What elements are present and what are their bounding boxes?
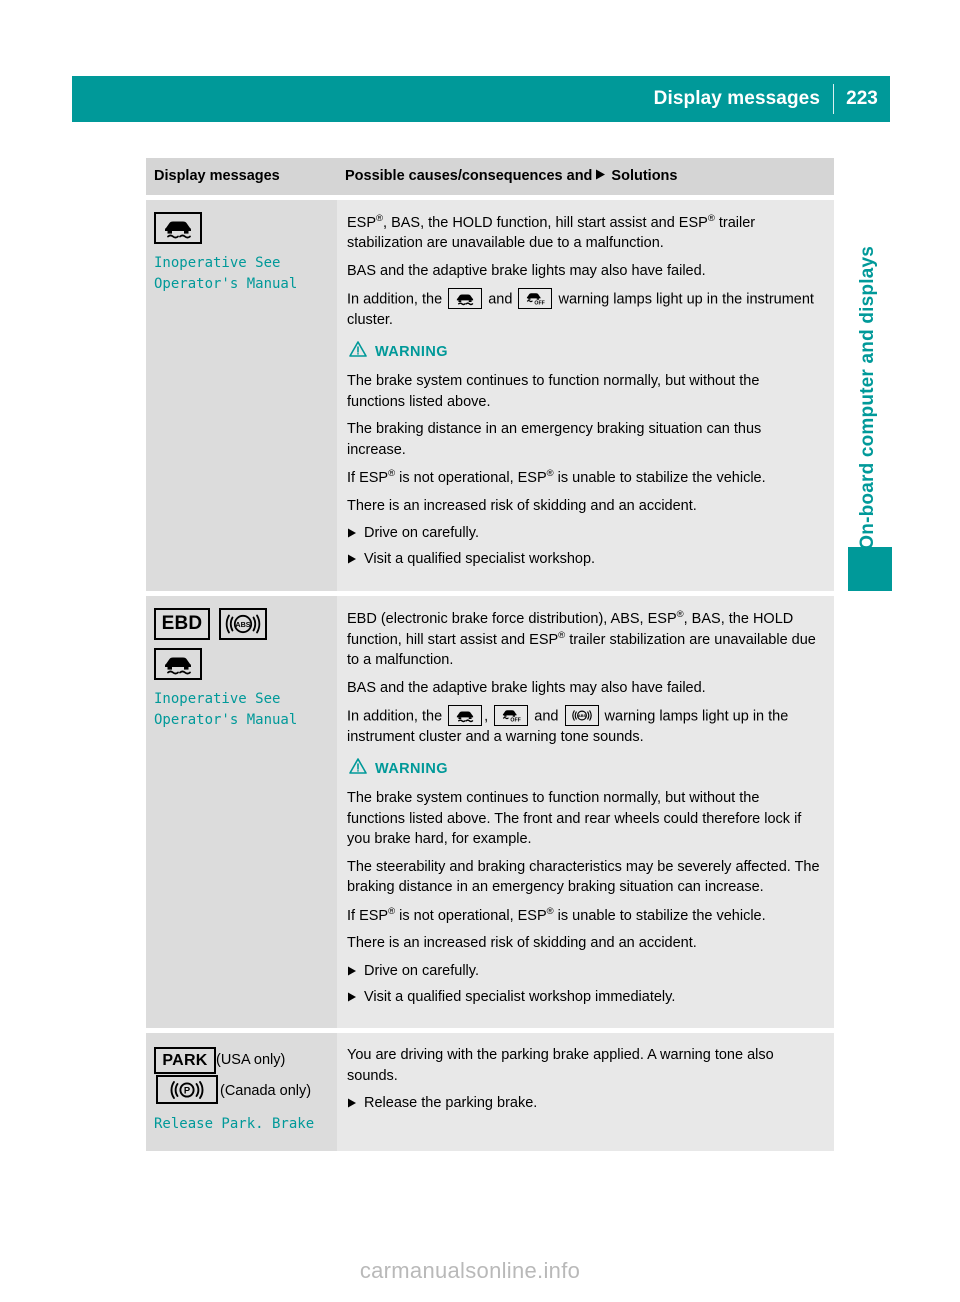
list-item-label: Visit a qualified specialist workshop. bbox=[364, 551, 596, 568]
bullet-arrow-icon bbox=[347, 550, 357, 571]
warning-triangle-icon bbox=[349, 758, 367, 779]
paragraph: ESP®, BAS, the HOLD function, hill start… bbox=[347, 213, 756, 252]
warning-heading: WARNING bbox=[347, 341, 820, 362]
section-marker-square bbox=[848, 547, 892, 591]
list-item: Drive on carefully. bbox=[347, 523, 820, 544]
table-row-3-left-cell: PARK (USA only) P (Canada only) Release P… bbox=[146, 1033, 337, 1152]
icon-group: EBD ABS bbox=[154, 607, 327, 640]
list-item-label: Visit a qualified specialist workshop im… bbox=[364, 988, 676, 1005]
list-item: Drive on carefully. bbox=[347, 961, 820, 982]
paragraph: There is an increased risk of skidding a… bbox=[347, 497, 697, 514]
only-note-2: only) bbox=[279, 1082, 312, 1099]
page-number: 223 bbox=[846, 88, 878, 109]
bullet-arrow-icon bbox=[347, 1094, 357, 1115]
paragraph: The steerability and braking characteris… bbox=[347, 858, 820, 896]
table-header-right-text-2: Solutions bbox=[611, 168, 678, 184]
display-message-text: Inoperative See Operator's Manual bbox=[154, 690, 298, 728]
paragraph: BAS and the adaptive brake lights may al… bbox=[347, 679, 706, 696]
paragraph: BAS and the adaptive brake lights may al… bbox=[347, 262, 706, 279]
usa-note: (USA bbox=[216, 1052, 250, 1069]
parking-brake-p-icon: P bbox=[156, 1075, 218, 1105]
display-messages-table: Display messages Possible causes/consequ… bbox=[146, 158, 834, 1152]
table-row-1-left-cell: Inoperative See Operator's Manual bbox=[146, 200, 337, 591]
list-item: Release the parking brake. bbox=[347, 1093, 820, 1114]
esp-skid-car-icon bbox=[154, 647, 202, 680]
table-row: Inoperative See Operator's Manual ESP®, … bbox=[146, 200, 834, 591]
warning-label: WARNING bbox=[375, 760, 448, 777]
display-message-text: Release Park. Brake bbox=[154, 1116, 315, 1133]
page-header-bar: Display messages 223 bbox=[72, 76, 890, 122]
esp-off-icon: OFF bbox=[518, 287, 553, 309]
list-item-label: Drive on carefully. bbox=[364, 525, 479, 542]
canada-note: (Canada bbox=[220, 1082, 276, 1099]
esp-skid-car-icon bbox=[448, 704, 483, 726]
table-row: EBD ABS Inoperative See Operator's Manua… bbox=[146, 595, 834, 1029]
table-header-cell-left: Display messages bbox=[146, 158, 337, 195]
bullet-arrow-icon bbox=[347, 988, 357, 1009]
watermark: carmanualsonline.info bbox=[359, 1258, 581, 1283]
paragraph: The brake system continues to function n… bbox=[347, 790, 802, 848]
table-row-2-left-cell: EBD ABS Inoperative See Operator's Manua… bbox=[146, 595, 337, 1029]
paragraph: In addition, the and OFF warning lamps l… bbox=[347, 287, 820, 331]
esp-skid-car-icon bbox=[154, 212, 202, 244]
warning-triangle-icon bbox=[349, 341, 367, 362]
list-item: Visit a qualified specialist workshop. bbox=[347, 549, 820, 570]
table-row-1-right-cell: ESP®, BAS, the HOLD function, hill start… bbox=[337, 200, 834, 591]
svg-text:OFF: OFF bbox=[511, 717, 521, 723]
svg-text:OFF: OFF bbox=[535, 300, 545, 306]
bullet-arrow-icon bbox=[347, 962, 357, 983]
page-title: Display messages bbox=[653, 88, 820, 109]
table-header-right-text-1: Possible causes/consequences and bbox=[345, 168, 593, 184]
svg-text:ABS: ABS bbox=[235, 620, 250, 629]
table-row: PARK (USA only) P (Canada only) Release P… bbox=[146, 1033, 834, 1152]
esp-skid-car-icon bbox=[448, 287, 483, 309]
esp-off-icon: OFF bbox=[494, 704, 529, 726]
svg-text:P: P bbox=[184, 1084, 190, 1095]
abs-icon: ABS bbox=[564, 704, 599, 726]
table-header-cell-right: Possible causes/consequences and Solutio… bbox=[337, 158, 834, 195]
solutions-arrow-icon bbox=[595, 168, 606, 184]
table-row-2-right-cell: EBD (electronic brake force distribution… bbox=[337, 595, 834, 1029]
paragraph: The brake system continues to function n… bbox=[347, 373, 760, 410]
paragraph: EBD (electronic brake force distribution… bbox=[347, 608, 816, 669]
display-message-text: Inoperative See Operator's Manual bbox=[154, 255, 298, 292]
abs-icon: ABS bbox=[219, 607, 267, 640]
warning-label: WARNING bbox=[375, 343, 448, 360]
only-note-1: only) bbox=[253, 1052, 286, 1069]
header-divider bbox=[833, 84, 834, 114]
bullet-arrow-icon bbox=[347, 524, 357, 545]
paragraph: In addition, the , OFF and ABS warning l… bbox=[347, 704, 820, 748]
ebd-icon: EBD bbox=[154, 607, 210, 640]
icon-group bbox=[154, 647, 327, 680]
paragraph: If ESP® is not operational, ESP® is unab… bbox=[347, 468, 766, 487]
table-header-row: Display messages Possible causes/consequ… bbox=[146, 158, 834, 195]
section-side-tab: On-board computer and displays bbox=[840, 150, 896, 550]
section-side-tab-label: On-board computer and displays bbox=[857, 246, 878, 550]
warning-heading: WARNING bbox=[347, 758, 820, 779]
park-icon: PARK bbox=[154, 1046, 216, 1074]
paragraph: There is an increased risk of skidding a… bbox=[347, 935, 697, 952]
list-item-label: Drive on carefully. bbox=[364, 963, 479, 980]
icon-group bbox=[154, 212, 327, 244]
table-row-3-right-cell: You are driving with the parking brake a… bbox=[337, 1033, 834, 1152]
paragraph: You are driving with the parking brake a… bbox=[347, 1047, 774, 1084]
paragraph: The braking distance in an emergency bra… bbox=[347, 421, 762, 458]
list-item-label: Release the parking brake. bbox=[364, 1095, 538, 1112]
paragraph: If ESP® is not operational, ESP® is unab… bbox=[347, 906, 766, 924]
park-indicator-line: PARK (USA only) P (Canada only) bbox=[154, 1045, 327, 1106]
svg-text:ABS: ABS bbox=[577, 713, 586, 718]
list-item: Visit a qualified specialist workshop im… bbox=[347, 987, 820, 1008]
